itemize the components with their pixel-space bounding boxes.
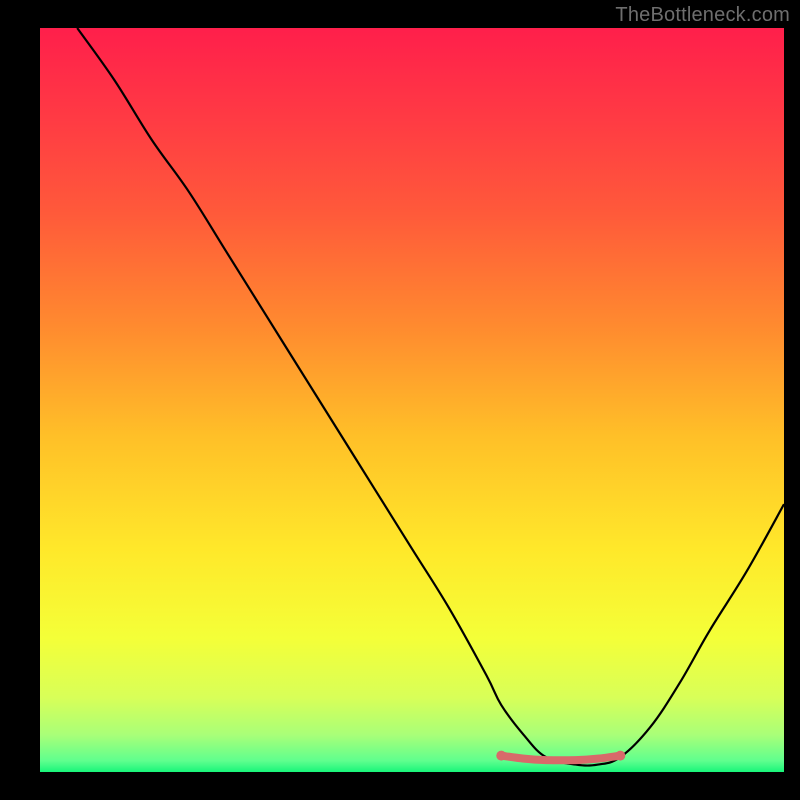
bottleneck-curve	[77, 28, 784, 766]
watermark-text: TheBottleneck.com	[615, 4, 790, 27]
bottleneck-curve-chart	[40, 28, 784, 772]
optimal-range-highlight	[501, 756, 620, 761]
optimal-range-start-dot	[496, 751, 506, 761]
optimal-range-end-dot	[615, 751, 625, 761]
chart-frame	[40, 28, 784, 772]
